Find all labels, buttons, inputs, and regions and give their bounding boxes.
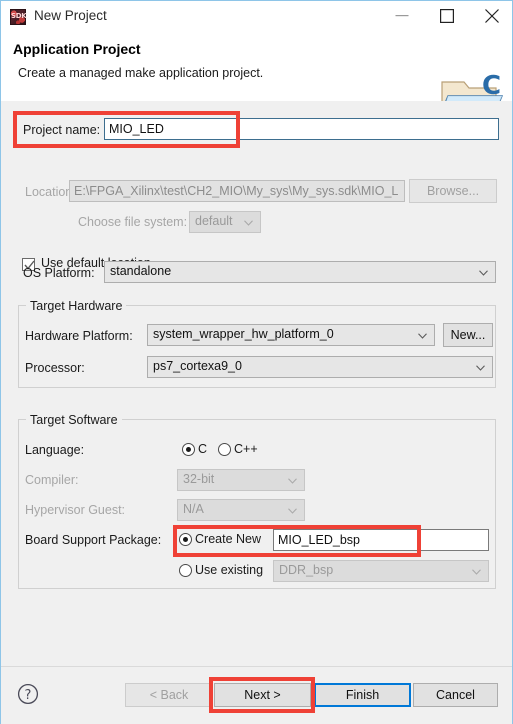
hardware-platform-value: system_wrapper_hw_platform_0 [153, 327, 334, 341]
dialog-header: Application Project Create a managed mak… [1, 32, 512, 121]
bsp-use-existing-value: DDR_bsp [279, 563, 334, 577]
new-hardware-platform-button[interactable]: New... [443, 323, 493, 347]
os-platform-value: standalone [110, 264, 172, 278]
maximize-icon [439, 9, 454, 23]
sdk-icon-label: SDK [11, 12, 27, 20]
radio-dot [186, 447, 191, 452]
sdk-app-icon: SDK [10, 9, 27, 25]
chevron-down-icon [479, 270, 488, 276]
bsp-radio-create-new[interactable] [179, 533, 192, 546]
chevron-down-icon [472, 569, 481, 575]
compiler-label: Compiler: [25, 473, 79, 487]
hypervisor-guest-value: N/A [183, 502, 204, 516]
processor-value: ps7_cortexa9_0 [153, 359, 242, 373]
language-option-c-label: C [198, 442, 208, 456]
radio-dot [183, 537, 188, 542]
language-option-cpp-label: C++ [234, 442, 258, 456]
target-software-group-title: Target Software [26, 413, 122, 427]
page-subtitle: Create a managed make application projec… [18, 66, 264, 80]
bsp-create-new-input[interactable] [273, 529, 489, 551]
language-radio-c[interactable] [182, 443, 195, 456]
minimize-icon [395, 15, 408, 17]
hardware-platform-combo[interactable]: system_wrapper_hw_platform_0 [147, 324, 435, 346]
hypervisor-guest-label: Hypervisor Guest: [25, 503, 126, 517]
close-button[interactable] [469, 1, 513, 31]
finish-button[interactable]: Finish [314, 683, 411, 707]
chevron-down-icon [288, 508, 297, 514]
os-platform-label: OS Platform: [23, 266, 95, 280]
language-radio-cpp[interactable] [218, 443, 231, 456]
hardware-platform-label: Hardware Platform: [25, 329, 133, 343]
cancel-button[interactable]: Cancel [413, 683, 498, 707]
project-name-input[interactable] [104, 118, 499, 140]
bsp-use-existing-combo[interactable]: DDR_bsp [273, 560, 489, 582]
project-name-label: Project name: [23, 123, 101, 137]
bsp-label: Board Support Package: [25, 533, 162, 547]
location-input[interactable] [69, 180, 405, 202]
file-system-value: default [195, 214, 233, 228]
new-project-dialog: SDK New Project Application Project Crea… [0, 0, 513, 724]
title-bar: SDK New Project [1, 1, 512, 33]
bsp-create-new-label: Create New [195, 532, 261, 546]
chevron-down-icon [476, 365, 485, 371]
page-title: Application Project [13, 41, 141, 57]
processor-label: Processor: [25, 361, 85, 375]
choose-file-system-label: Choose file system: [78, 215, 188, 229]
window-title: New Project [34, 8, 107, 23]
help-icon[interactable]: ? [17, 683, 39, 705]
dialog-body: Project name: Use default location Locat… [1, 101, 512, 666]
os-platform-combo[interactable]: standalone [104, 261, 496, 283]
language-label: Language: [25, 443, 85, 457]
close-icon [484, 9, 499, 23]
minimize-button[interactable] [379, 1, 424, 31]
processor-combo[interactable]: ps7_cortexa9_0 [147, 356, 493, 378]
bsp-use-existing-label: Use existing [195, 563, 264, 577]
maximize-button[interactable] [424, 1, 469, 31]
target-hardware-group-title: Target Hardware [26, 299, 127, 313]
chevron-down-icon [288, 478, 297, 484]
bsp-radio-use-existing[interactable] [179, 564, 192, 577]
next-button[interactable]: Next > [214, 683, 311, 707]
svg-text:?: ? [25, 688, 32, 703]
hypervisor-guest-combo[interactable]: N/A [177, 499, 305, 521]
chevron-down-icon [244, 220, 253, 226]
chevron-down-icon [418, 333, 427, 339]
compiler-value: 32-bit [183, 472, 215, 486]
back-button[interactable]: < Back [125, 683, 213, 707]
browse-button[interactable]: Browse... [409, 179, 497, 203]
compiler-combo[interactable]: 32-bit [177, 469, 305, 491]
file-system-combo[interactable]: default [189, 211, 261, 233]
